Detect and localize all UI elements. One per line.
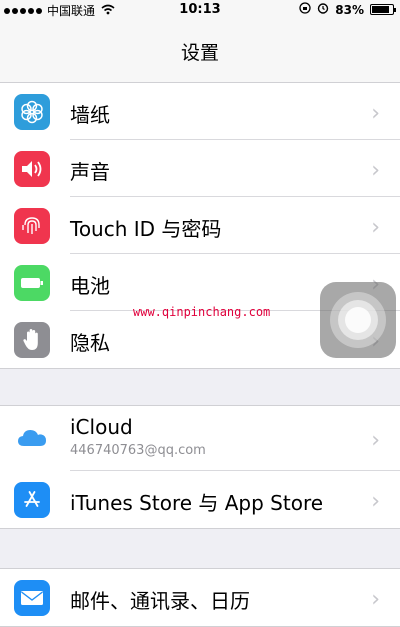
alarm-icon — [317, 2, 329, 17]
settings-row-icloud[interactable]: iCloud 446740763@qq.com › — [0, 406, 400, 471]
hand-icon — [14, 322, 50, 358]
settings-row-label: 邮件、通讯录、日历 — [70, 589, 250, 613]
app-store-icon — [14, 482, 50, 518]
status-right: 83% — [299, 2, 396, 17]
speaker-icon — [14, 151, 50, 187]
settings-row-label: 隐私 — [70, 331, 110, 355]
page-title: 设置 — [180, 42, 219, 64]
orientation-lock-icon — [299, 2, 311, 17]
settings-row-wallpaper[interactable]: 墙纸 › — [0, 83, 400, 140]
chevron-right-icon: › — [371, 489, 380, 514]
battery-percent: 83% — [335, 2, 364, 17]
navigation-bar: 设置 — [0, 20, 400, 83]
wallpaper-icon — [14, 94, 50, 130]
chevron-right-icon: › — [371, 428, 380, 453]
battery-icon — [14, 265, 50, 301]
chevron-right-icon: › — [371, 158, 380, 183]
battery-fill — [372, 6, 389, 13]
settings-row-label: 电池 — [70, 274, 110, 298]
chevron-right-icon: › — [371, 101, 380, 126]
settings-row-label: Touch ID 与密码 — [70, 217, 222, 241]
settings-row-label: 墙纸 — [70, 103, 110, 127]
settings-group-3: 邮件、通讯录、日历 › — [0, 568, 400, 627]
watermark-text: www.qinpinchang.com — [133, 305, 271, 319]
settings-row-itunes-app-store[interactable]: iTunes Store 与 App Store › — [0, 471, 400, 528]
settings-row-label: iCloud — [70, 415, 133, 439]
settings-row-mail-contacts-calendars[interactable]: 邮件、通讯录、日历 › — [0, 569, 400, 626]
chevron-right-icon: › — [371, 215, 380, 240]
assistive-touch-ring-inner — [345, 307, 371, 333]
settings-row-label: 声音 — [70, 160, 110, 184]
icloud-icon — [14, 420, 50, 456]
chevron-right-icon: › — [371, 587, 380, 612]
settings-row-sounds[interactable]: 声音 › — [0, 140, 400, 197]
mail-icon — [14, 580, 50, 616]
settings-row-touch-id[interactable]: Touch ID 与密码 › — [0, 197, 400, 254]
settings-row-label: iTunes Store 与 App Store — [70, 491, 324, 515]
fingerprint-icon — [14, 208, 50, 244]
assistive-touch-button[interactable] — [320, 282, 396, 358]
status-bar: 中国联通 10:13 83% — [0, 0, 400, 20]
battery-status-icon — [370, 4, 396, 15]
icloud-account-email: 446740763@qq.com — [70, 443, 206, 458]
settings-group-2: iCloud 446740763@qq.com › iTunes Store 与… — [0, 405, 400, 529]
